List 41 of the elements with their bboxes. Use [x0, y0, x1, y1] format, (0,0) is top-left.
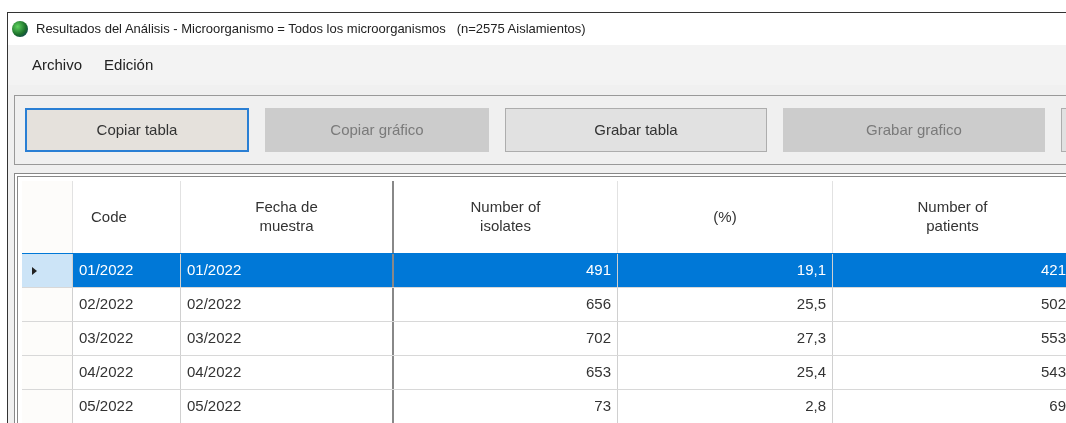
table-row[interactable]: 05/2022 05/2022 73 2,8 69	[22, 389, 1066, 423]
table-cell: 04/2022	[180, 356, 392, 389]
table-row[interactable]: 03/2022 03/2022 702 27,3 553	[22, 321, 1066, 355]
column-header: (%)	[617, 181, 832, 253]
table-cell: 553	[832, 322, 1066, 355]
table-cell: 25,5	[617, 288, 832, 321]
table-row[interactable]: 04/2022 04/2022 653 25,4 543	[22, 355, 1066, 389]
table-cell: 27,3	[617, 322, 832, 355]
column-header: Number of patients	[832, 181, 1066, 253]
table-cell: 73	[392, 390, 617, 423]
toolbar-button[interactable]: Copiar tabla	[25, 108, 249, 152]
window-title: Resultados del Análisis - Microorganismo = Todos los microorganismos (n=2575 Aislamientos)	[36, 20, 586, 39]
table-cell: 2,8	[617, 390, 832, 423]
table-cell: 502	[832, 288, 1066, 321]
table-cell: 421	[832, 254, 1066, 287]
menu-item[interactable]: Archivo	[32, 53, 83, 77]
column-header: Code	[72, 181, 180, 253]
toolbar-button[interactable]: Grabar tabla	[505, 108, 767, 152]
table-cell: 04/2022	[72, 356, 180, 389]
table-cell: 25,4	[617, 356, 832, 389]
table-cell: 02/2022	[72, 288, 180, 321]
table-cell: 69	[832, 390, 1066, 423]
table-cell: 03/2022	[180, 322, 392, 355]
row-pointer-icon	[32, 266, 37, 275]
menu-item[interactable]: Edición	[104, 53, 154, 77]
globe-icon	[12, 21, 28, 37]
table-cell: 01/2022	[72, 254, 180, 287]
table-row[interactable]: 01/2022 01/2022 491 19,1 421	[22, 253, 1066, 287]
table-row[interactable]: 02/2022 02/2022 656 25,5 502	[22, 287, 1066, 321]
table-cell: 05/2022	[180, 390, 392, 423]
table-cell: 653	[392, 356, 617, 389]
table-cell: 543	[832, 356, 1066, 389]
table-cell: 19,1	[617, 254, 832, 287]
column-header: Fecha de muestra	[180, 181, 392, 253]
table-cell: 01/2022	[180, 254, 392, 287]
table-cell: 02/2022	[180, 288, 392, 321]
table-cell: 03/2022	[72, 322, 180, 355]
table-cell: 656	[392, 288, 617, 321]
table-cell: 05/2022	[72, 390, 180, 423]
table-cell: 491	[392, 254, 617, 287]
table-cell: 702	[392, 322, 617, 355]
